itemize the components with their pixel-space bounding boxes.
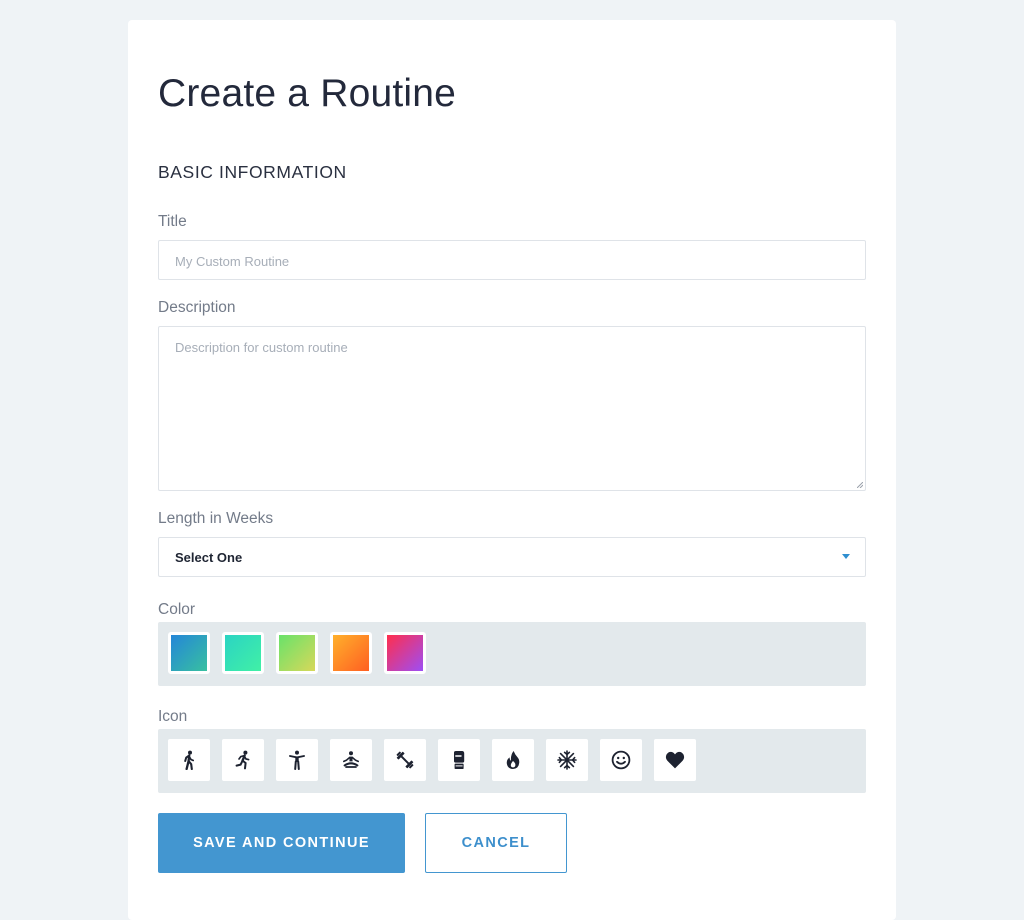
description-placeholder: Description for custom routine <box>175 340 348 355</box>
page-title: Create a Routine <box>158 72 457 115</box>
icon-option-boxing-glove[interactable] <box>438 739 480 781</box>
dumbbell-icon <box>396 751 414 769</box>
heart-icon <box>665 751 685 769</box>
meditation-icon <box>343 751 359 768</box>
icon-option-fire[interactable] <box>492 739 534 781</box>
icon-option-snowflake[interactable] <box>546 739 588 781</box>
description-textarea[interactable]: Description for custom routine <box>158 326 866 491</box>
color-swatch-orange[interactable] <box>330 632 372 674</box>
save-and-continue-button[interactable]: SAVE AND CONTINUE <box>158 813 405 873</box>
chevron-down-icon <box>842 554 850 559</box>
stretching-icon <box>289 750 305 770</box>
color-swatch-lime[interactable] <box>276 632 318 674</box>
color-swatch-blue-teal[interactable] <box>168 632 210 674</box>
color-swatch-aqua[interactable] <box>222 632 264 674</box>
icon-option-meditation[interactable] <box>330 739 372 781</box>
icon-option-stretching[interactable] <box>276 739 318 781</box>
running-icon <box>235 750 250 770</box>
smile-icon <box>611 750 631 770</box>
snowflake-icon <box>557 750 577 770</box>
title-label: Title <box>158 213 187 230</box>
title-placeholder: My Custom Routine <box>175 254 290 269</box>
walking-icon <box>184 750 195 770</box>
cancel-button[interactable]: CANCEL <box>425 813 567 873</box>
icon-option-walking[interactable] <box>168 739 210 781</box>
section-title: BASIC INFORMATION <box>158 162 347 182</box>
icon-option-dumbbell[interactable] <box>384 739 426 781</box>
icon-picker <box>158 729 866 793</box>
icon-option-running[interactable] <box>222 739 264 781</box>
icon-label: Icon <box>158 708 188 725</box>
icon-option-smile[interactable] <box>600 739 642 781</box>
title-input[interactable]: My Custom Routine <box>158 240 866 280</box>
length-selected-value: Select One <box>175 550 243 565</box>
length-select[interactable]: Select One <box>158 537 866 577</box>
fire-icon <box>506 751 520 769</box>
icon-option-heart[interactable] <box>654 739 696 781</box>
resize-handle-icon[interactable] <box>857 482 863 488</box>
color-picker <box>158 622 866 686</box>
length-label: Length in Weeks <box>158 510 274 527</box>
description-label: Description <box>158 299 236 316</box>
form-card: Create a Routine BASIC INFORMATION Title… <box>128 20 896 920</box>
color-swatch-red-violet[interactable] <box>384 632 426 674</box>
color-label: Color <box>158 601 196 618</box>
boxing-glove-icon <box>454 751 465 769</box>
